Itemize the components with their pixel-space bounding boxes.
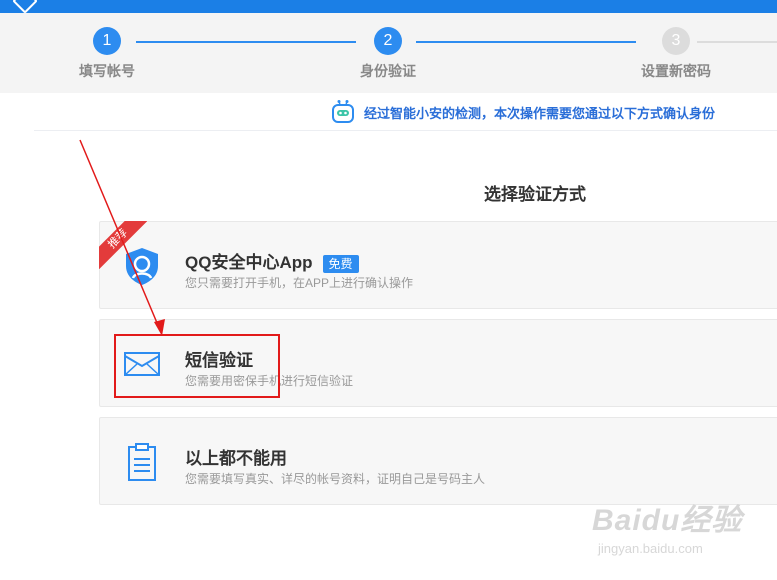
top-bar <box>0 0 777 14</box>
watermark: Baidu经验 jingyan.baidu.com <box>592 495 742 556</box>
annotation-highlight-box <box>114 334 280 398</box>
divider <box>34 130 777 131</box>
step-2: 2 身份验证 <box>328 27 448 81</box>
option-appeal[interactable]: 以上都不能用 您需要填写真实、详尽的帐号资料，证明自己是号码主人 <box>99 417 777 505</box>
page-title: 选择验证方式 <box>484 185 586 204</box>
option-desc: 您只需要打开手机，在APP上进行确认操作 <box>185 276 414 290</box>
security-notice: 经过智能小安的检测，本次操作需要您通过以下方式确认身份 <box>330 99 715 125</box>
step-label: 身份验证 <box>360 63 416 79</box>
step-number: 1 <box>93 27 121 55</box>
step-label: 设置新密码 <box>641 63 711 79</box>
step-label: 填写帐号 <box>79 63 135 79</box>
option-title-text: QQ安全中心App <box>185 253 313 272</box>
free-badge: 免费 <box>322 254 359 273</box>
option-title: 以上都不能用 <box>185 449 287 468</box>
step-connector <box>136 41 356 43</box>
step-number: 3 <box>662 27 690 55</box>
step-1: 1 填写帐号 <box>47 27 167 81</box>
watermark-url: jingyan.baidu.com <box>598 541 703 556</box>
progress-steps: 1 填写帐号 2 身份验证 3 设置新密码 <box>0 13 777 93</box>
step-number: 2 <box>374 27 402 55</box>
option-desc: 您需要填写真实、详尽的帐号资料，证明自己是号码主人 <box>185 472 486 486</box>
clipboard-icon <box>128 443 156 481</box>
option-qq-app[interactable]: 推荐 QQ安全中心App 免费 您只需要打开手机，在APP上进行确认操作 <box>99 221 777 309</box>
option-title: QQ安全中心App 免费 <box>185 248 359 273</box>
shield-icon <box>126 248 158 285</box>
watermark-brand: Baidu经验 <box>592 504 743 537</box>
step-3: 3 设置新密码 <box>616 27 736 81</box>
logo-icon <box>12 0 38 14</box>
notice-text: 经过智能小安的检测，本次操作需要您通过以下方式确认身份 <box>364 105 716 121</box>
robot-icon <box>332 100 354 123</box>
step-connector <box>416 41 636 43</box>
